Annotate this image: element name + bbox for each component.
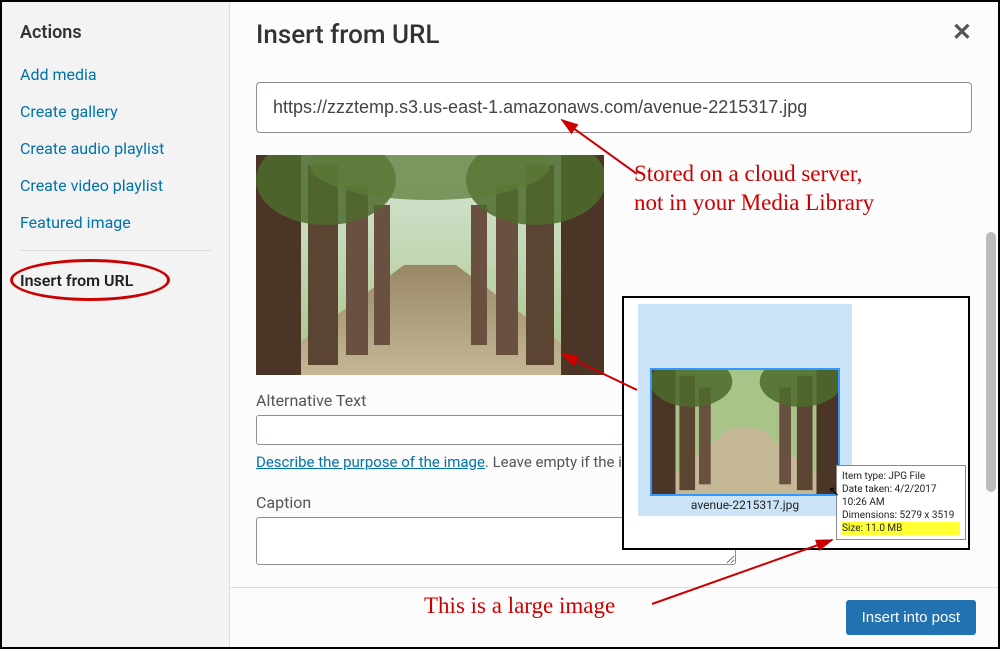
file-tooltip: Item type: JPG File Date taken: 4/2/2017… bbox=[836, 465, 966, 540]
sidebar-divider bbox=[20, 250, 211, 251]
sidebar-item-label: Insert from URL bbox=[20, 271, 133, 290]
describe-purpose-link[interactable]: Describe the purpose of the image bbox=[256, 453, 485, 471]
media-sidebar: Actions Add media Create gallery Create … bbox=[2, 2, 230, 647]
url-input[interactable] bbox=[256, 82, 972, 133]
tooltip-item-type: Item type: JPG File bbox=[842, 470, 960, 483]
image-preview bbox=[256, 155, 604, 375]
sidebar-item-create-audio-playlist[interactable]: Create audio playlist bbox=[20, 139, 211, 158]
page-title: Insert from URL bbox=[256, 20, 439, 50]
modal-footer: Insert into post bbox=[230, 587, 998, 647]
sidebar-item-featured-image[interactable]: Featured image bbox=[20, 213, 211, 232]
insert-into-post-button[interactable]: Insert into post bbox=[846, 600, 976, 635]
sidebar-item-create-video-playlist[interactable]: Create video playlist bbox=[20, 176, 211, 195]
popup-filename: avenue-2215317.jpg bbox=[642, 498, 848, 512]
tooltip-date-taken: Date taken: 4/2/2017 10:26 AM bbox=[842, 483, 960, 509]
sidebar-item-create-gallery[interactable]: Create gallery bbox=[20, 102, 211, 121]
popup-thumbnail-tile: avenue-2215317.jpg bbox=[638, 304, 852, 516]
file-explorer-popup: avenue-2215317.jpg ↖ Item type: JPG File… bbox=[622, 296, 970, 550]
tooltip-dimensions: Dimensions: 5279 x 3519 bbox=[842, 509, 960, 522]
popup-thumbnail bbox=[650, 368, 840, 496]
tooltip-size: Size: 11.0 MB bbox=[842, 522, 960, 535]
sidebar-item-add-media[interactable]: Add media bbox=[20, 65, 211, 84]
close-icon[interactable]: ✕ bbox=[952, 20, 972, 44]
sidebar-title: Actions bbox=[20, 22, 211, 43]
scrollbar-thumb[interactable] bbox=[986, 232, 996, 492]
help-suffix: . Leave empty if the i bbox=[485, 453, 622, 471]
cursor-icon: ↖ bbox=[828, 484, 840, 500]
sidebar-item-insert-from-url[interactable]: Insert from URL bbox=[20, 271, 211, 290]
